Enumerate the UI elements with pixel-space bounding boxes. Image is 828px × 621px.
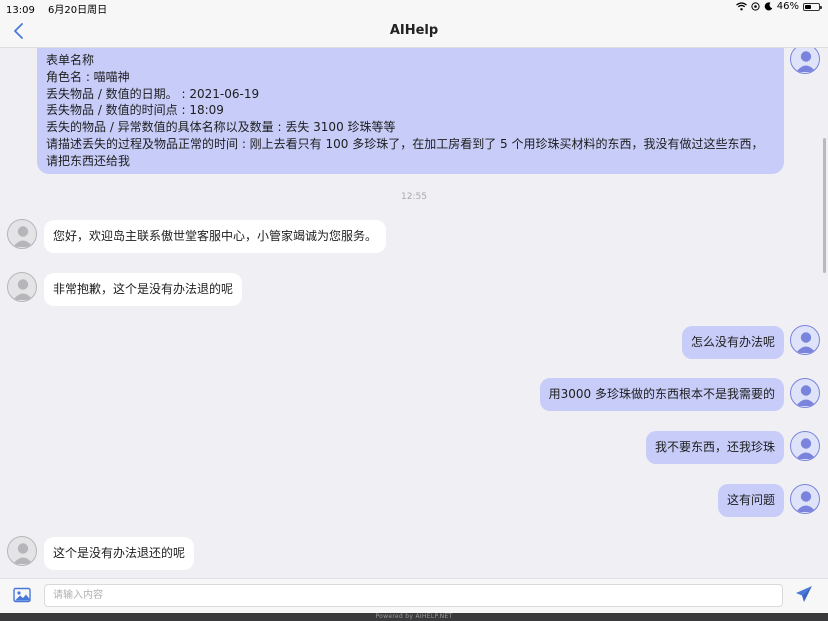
status-date: 6月20日周日 [48, 5, 108, 16]
user-avatar-icon [790, 325, 820, 355]
message-timestamp: 12:55 [401, 192, 427, 202]
form-line: 丢失物品 / 数值的日期。 : 2021-06-19 [46, 86, 260, 101]
user-avatar-icon [790, 431, 820, 461]
chat-area[interactable]: 表单名称 角色名 : 喵喵神 丢失物品 / 数值的日期。 : 2021-06-1… [0, 48, 828, 578]
user-avatar-icon [790, 484, 820, 514]
agent-avatar-icon [7, 536, 37, 566]
page-title: AIHelp [389, 23, 439, 38]
send-icon[interactable] [795, 585, 813, 603]
nav-bar: AIHelp [0, 16, 828, 48]
form-line: 表单名称 [46, 53, 95, 67]
battery-percent: 46% [776, 1, 799, 12]
user-avatar-icon [790, 378, 820, 408]
form-line: 丢失物品 / 数值的时间点 : 18:09 [46, 103, 224, 118]
powered-by-footer: Powered by AIHELP.NET [0, 613, 828, 621]
form-line: 丢失的物品 / 异常数值的具体名称以及数量 : 丢失 3100 珍珠等等 [46, 120, 396, 135]
agent-avatar-icon [7, 219, 37, 249]
user-avatar-icon [790, 48, 820, 74]
moon-icon [764, 2, 773, 11]
form-line: 请描述丢失的过程及物品正常的时间 : 刚上去看只有 100 多珍珠了，在加工房看… [46, 136, 764, 168]
chat-scrollbar[interactable] [823, 138, 826, 273]
image-icon[interactable] [13, 587, 31, 603]
agent-avatar-icon [7, 272, 37, 302]
message-input[interactable]: 请输入内容 [44, 584, 783, 607]
user-message: 我不要东西，还我珍珠 [645, 431, 784, 464]
location-icon [751, 2, 760, 11]
wifi-icon [735, 2, 747, 11]
user-message: 用3000 多珍珠做的东西根本不是我需要的 [539, 378, 784, 411]
status-bar: 13:09 6月20日周日 46% [0, 0, 828, 16]
status-time: 13:09 [6, 5, 35, 16]
user-message: 怎么没有办法呢 [681, 326, 784, 359]
agent-message: 您好，欢迎岛主联系傲世堂客服中心，小管家竭诚为您服务。 [44, 220, 387, 253]
battery-icon [803, 2, 822, 11]
form-message-bubble: 表单名称 角色名 : 喵喵神 丢失物品 / 数值的日期。 : 2021-06-1… [37, 48, 784, 174]
form-line: 角色名 : 喵喵神 [46, 69, 130, 84]
input-bar: 请输入内容 [0, 578, 828, 613]
agent-message: 这个是没有办法退还的呢 [44, 537, 195, 570]
agent-message: 非常抱歉，这个是没有办法退的呢 [44, 273, 243, 306]
user-message: 这有问题 [717, 484, 784, 517]
